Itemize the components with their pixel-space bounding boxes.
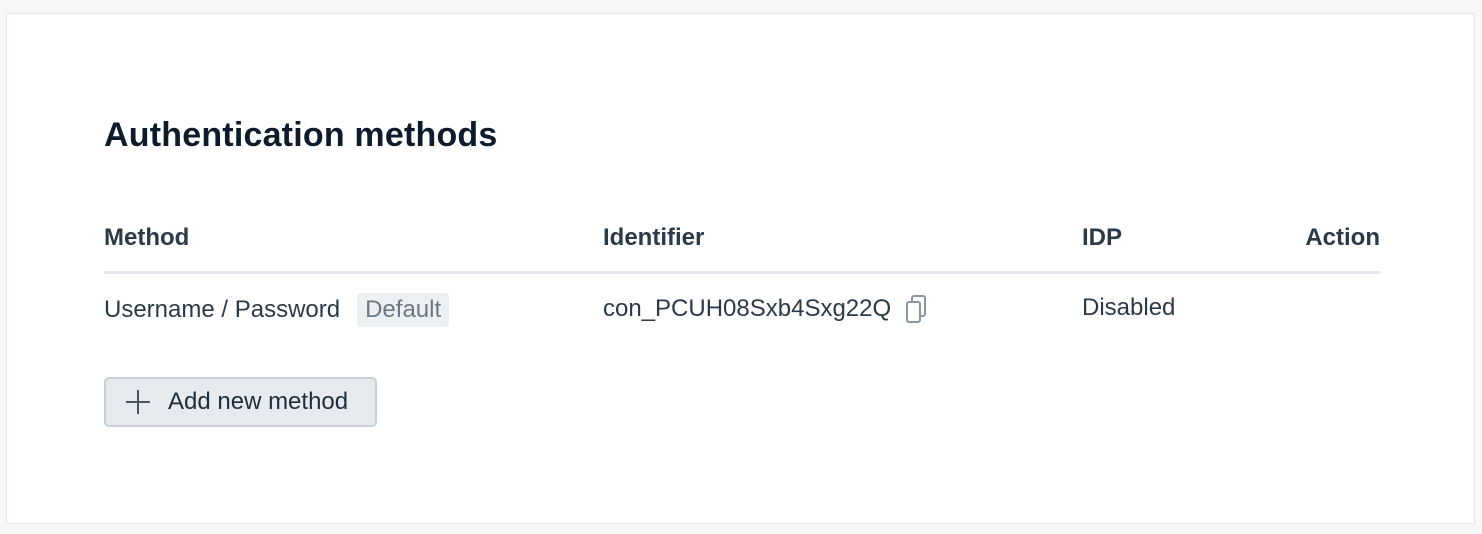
authentication-methods-card: Authentication methods Method Identifier… [6, 13, 1475, 524]
methods-table: Method Identifier IDP Action Username / … [104, 223, 1380, 342]
add-new-method-button[interactable]: Add new method [104, 377, 377, 427]
method-cell: Username / Password Default [104, 293, 450, 327]
column-header-identifier: Identifier [603, 224, 705, 251]
identifier-value: con_PCUH08Sxb4Sxg22Q [603, 295, 892, 322]
plus-icon [124, 388, 152, 416]
identifier-cell: con_PCUH08Sxb4Sxg22Q [603, 293, 928, 325]
column-header-method: Method [104, 224, 190, 251]
copy-icon[interactable] [904, 293, 928, 325]
copy-icon-graphic [906, 295, 927, 323]
table-header: Method Identifier IDP Action [104, 223, 1380, 274]
default-badge: Default [357, 293, 450, 327]
table-row: Username / Password Default con_PCUH08Sx… [104, 274, 1380, 342]
section-title: Authentication methods [104, 116, 498, 154]
method-name: Username / Password [104, 296, 341, 323]
add-new-method-label: Add new method [168, 388, 349, 415]
column-header-action: Action [1305, 224, 1380, 251]
column-header-idp: IDP [1082, 224, 1123, 251]
idp-cell: Disabled [1082, 294, 1176, 321]
plus-icon-graphic [126, 390, 150, 414]
